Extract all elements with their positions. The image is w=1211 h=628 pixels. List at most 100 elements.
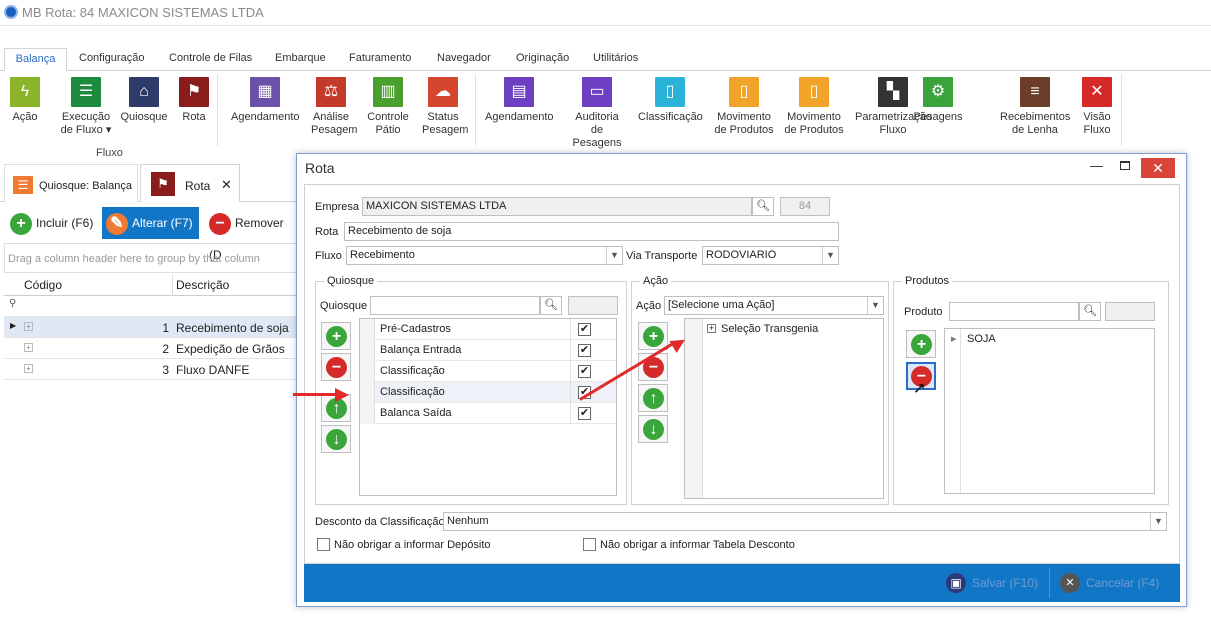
- tab-balanca[interactable]: Balança: [4, 48, 67, 72]
- salvar-label: Salvar (F10): [972, 576, 1039, 590]
- file-icon: ▯: [655, 77, 685, 107]
- dialog-footer: ▣ Salvar (F10) ✕ Cancelar (F4): [304, 564, 1180, 602]
- salvar-button[interactable]: ▣ Salvar (F10): [946, 564, 1038, 602]
- ribbon-button-16[interactable]: ✕ Visão Fluxo: [1082, 71, 1112, 137]
- file-icon: ▯: [799, 77, 829, 107]
- calendar-icon: ▦: [250, 77, 280, 107]
- desconto-select[interactable]: Nenhum ▼: [443, 512, 1167, 531]
- rota-dialog: Rota — ✕ Empresa MAXICON SISTEMAS LTDA 🔍…: [296, 153, 1187, 607]
- checkbox[interactable]: ✔: [578, 407, 591, 420]
- ribbon-button-15[interactable]: ≡ Recebimentos de Lenha: [1000, 71, 1070, 137]
- add-acao-button[interactable]: +: [638, 322, 668, 350]
- ribbon-button-7[interactable]: ☁ Status Pesagem: [422, 71, 468, 137]
- minus-icon: −: [209, 212, 231, 235]
- table-row[interactable]: + 2 Expedição de Grãos: [4, 338, 304, 359]
- expand-icon[interactable]: +: [24, 364, 33, 373]
- via-transporte-select[interactable]: RODOVIARIO ▼: [702, 246, 839, 265]
- column-divider: [172, 275, 173, 296]
- ribbon-button-0[interactable]: ϟ Ação: [10, 71, 40, 124]
- add-produto-button[interactable]: +: [906, 330, 936, 358]
- gavel-icon: ⚖: [316, 77, 346, 107]
- ribbon-button-11[interactable]: ▯ Movimento de Produtos: [714, 71, 774, 137]
- tab-controle-de-filas[interactable]: Controle de Filas: [169, 52, 252, 64]
- produto-input[interactable]: [949, 302, 1079, 321]
- ribbon-button-10[interactable]: ▯ Classificação: [638, 71, 703, 124]
- quiosque-input[interactable]: [370, 296, 540, 315]
- checkbox[interactable]: ✔: [578, 365, 591, 378]
- list-item[interactable]: Classificação ✔: [360, 361, 616, 382]
- doc-tab-rota[interactable]: ⚑ Rota ✕: [140, 164, 240, 202]
- arrow-down-icon: ↓: [643, 419, 664, 440]
- filter-row[interactable]: ⚲: [4, 296, 304, 317]
- ribbon-button-9[interactable]: ▭ Auditoria de Pesagens: [565, 71, 629, 150]
- ribbon-button-12[interactable]: ▯ Movimento de Produtos: [784, 71, 844, 137]
- ribbon-button-label: Análise: [312, 111, 350, 123]
- checkbox[interactable]: ✔: [578, 344, 591, 357]
- close-button[interactable]: ✕: [1141, 158, 1175, 178]
- tab-faturamento[interactable]: Faturamento: [349, 52, 411, 64]
- ribbon-button-label: Rota: [182, 111, 206, 123]
- tab-embarque[interactable]: Embarque: [275, 52, 326, 64]
- ribbon-button-label: Classificação: [638, 111, 703, 123]
- acao-move-down-button[interactable]: ↓: [638, 415, 668, 443]
- column-divider: [570, 382, 571, 403]
- list-item[interactable]: + Seleção Transgenia: [685, 319, 883, 340]
- ribbon-button-14[interactable]: ⚙ Pesagens: [913, 71, 963, 124]
- rota-field[interactable]: Recebimento de soja: [344, 222, 839, 241]
- tab-originacao[interactable]: Originação: [516, 52, 569, 64]
- ribbon-button-8[interactable]: ▤ Agendamento: [485, 71, 554, 124]
- ribbon-button-label: Quiosque: [120, 111, 168, 123]
- cell-codigo: 3: [162, 363, 169, 377]
- nao-obrigar-deposito-checkbox[interactable]: [317, 538, 330, 551]
- acao-select[interactable]: [Selecione uma Ação] ▼: [664, 296, 884, 315]
- ribbon-button-5[interactable]: ⚖ Análise Pesagem: [311, 71, 357, 137]
- empresa-field[interactable]: MAXICON SISTEMAS LTDA: [362, 197, 752, 216]
- list-item[interactable]: Pré-Cadastros ✔: [360, 319, 616, 340]
- add-quiosque-button[interactable]: +: [321, 322, 351, 350]
- tab-utilitarios[interactable]: Utilitários: [593, 52, 638, 64]
- maximize-icon[interactable]: [1120, 161, 1130, 170]
- nao-obrigar-tabela-checkbox[interactable]: [583, 538, 596, 551]
- incluir-label: Incluir (F6): [36, 216, 94, 230]
- list-item[interactable]: ▶Classificação✔: [360, 382, 616, 403]
- quiosque-search-button[interactable]: 🔍︎: [540, 296, 562, 315]
- column-header-codigo[interactable]: Código: [24, 278, 62, 292]
- doc-tab-quiosque[interactable]: ☰ Quiosque: Balança: [4, 164, 138, 202]
- remover-button[interactable]: − Remover (D: [205, 207, 304, 262]
- column-divider: [570, 340, 571, 361]
- incluir-button[interactable]: + Incluir (F6): [6, 207, 99, 239]
- nao-obrigar-deposito-label: Não obrigar a informar Depósito: [334, 539, 491, 551]
- list-item[interactable]: ▶ SOJA: [945, 329, 1154, 350]
- column-header-descricao[interactable]: Descrição: [176, 278, 229, 292]
- fluxo-select[interactable]: Recebimento ▼: [346, 246, 623, 265]
- ribbon-button-1[interactable]: ☰ Execução de Fluxo ▾: [54, 71, 118, 137]
- table-row[interactable]: + 3 Fluxo DANFE: [4, 359, 304, 380]
- group-by-hint[interactable]: Drag a column header here to group by th…: [4, 243, 304, 273]
- minimize-icon[interactable]: —: [1090, 158, 1103, 173]
- close-icon[interactable]: ✕: [221, 177, 232, 193]
- expand-icon[interactable]: +: [24, 322, 33, 331]
- checkbox[interactable]: ✔: [578, 323, 591, 336]
- ribbon-button-4[interactable]: ▦ Agendamento: [231, 71, 300, 124]
- acao-move-up-button[interactable]: ↑: [638, 384, 668, 412]
- expand-icon[interactable]: +: [707, 324, 716, 333]
- produto-search-button[interactable]: 🔍︎: [1079, 302, 1101, 321]
- tab-configuracao[interactable]: Configuração: [79, 52, 144, 64]
- ribbon-button-2[interactable]: ⌂ Quiosque: [120, 71, 168, 124]
- empresa-search-button[interactable]: 🔍︎: [752, 197, 774, 216]
- move-down-button[interactable]: ↓: [321, 425, 351, 453]
- ribbon-button-6[interactable]: ▥ Controle Pátio: [367, 71, 409, 137]
- cancelar-button[interactable]: ✕ Cancelar (F4): [1060, 564, 1159, 602]
- ribbon-button-3[interactable]: ⚑ Rota: [178, 71, 210, 124]
- list-item[interactable]: Balanca Saída ✔: [360, 403, 616, 424]
- chevron-down-icon: ▼: [867, 297, 883, 314]
- app-icon: [4, 5, 18, 19]
- list-item[interactable]: Balança Entrada ✔: [360, 340, 616, 361]
- remove-quiosque-button[interactable]: −: [321, 353, 351, 381]
- table-row[interactable]: ▶ + 1 Recebimento de soja: [4, 317, 304, 338]
- signpost-icon: ⚑: [151, 172, 175, 196]
- desconto-label: Desconto da Classificação: [315, 516, 445, 528]
- tab-navegador[interactable]: Navegador: [437, 52, 491, 64]
- expand-icon[interactable]: +: [24, 343, 33, 352]
- alterar-button[interactable]: ✎ Alterar (F7): [102, 207, 199, 239]
